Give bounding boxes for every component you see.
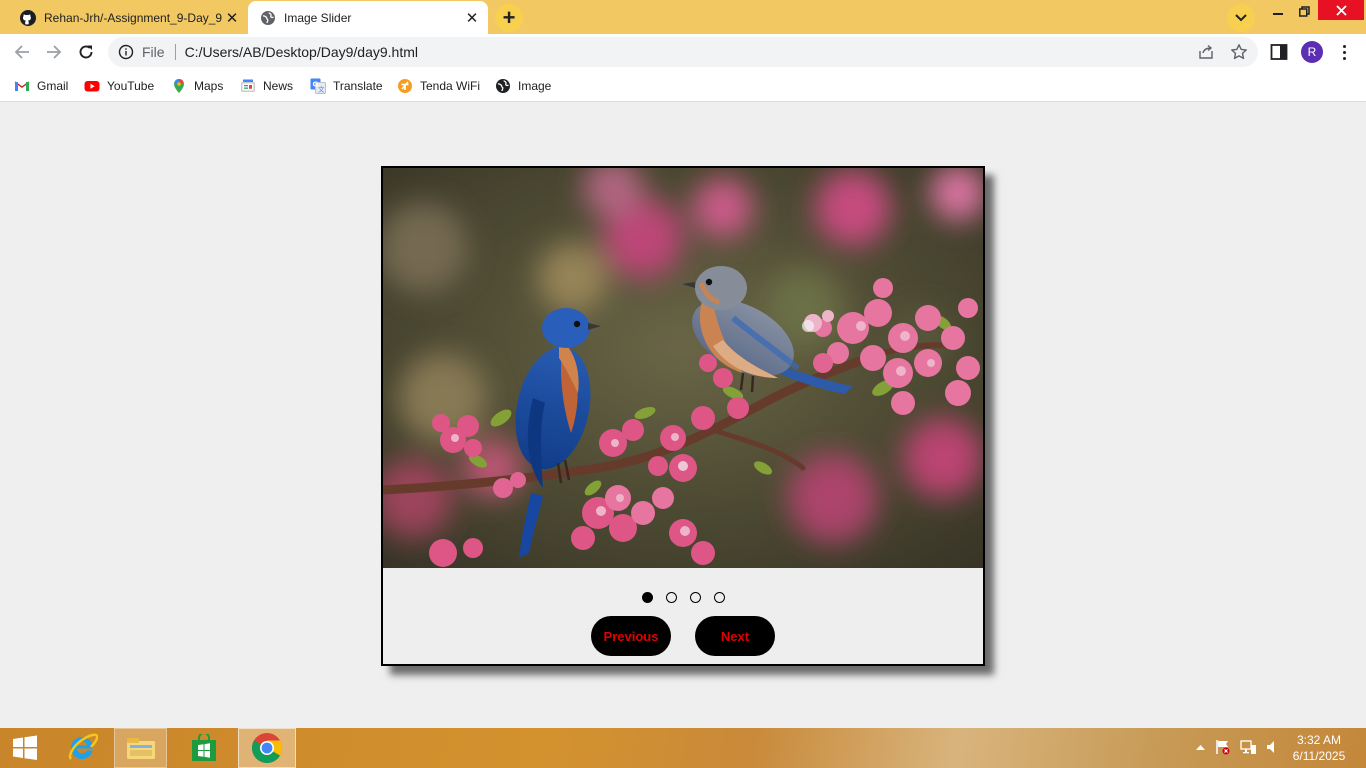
network-status[interactable] (1239, 738, 1257, 756)
gmail-icon (14, 81, 30, 91)
bookmark-gmail[interactable]: Gmail (14, 75, 68, 97)
network-icon (1239, 740, 1256, 754)
previous-button[interactable]: Previous (591, 616, 671, 656)
globe-icon (496, 79, 510, 93)
address-divider (174, 44, 176, 60)
bookmark-tenda-wifi[interactable]: Tenda WiFi (397, 75, 480, 97)
browser-toolbar: File C:/Users/AB/Desktop/Day9/day9.html … (0, 34, 1366, 70)
volume-control[interactable] (1263, 738, 1281, 756)
address-bar[interactable]: File C:/Users/AB/Desktop/Day9/day9.html (108, 37, 1258, 67)
chevron-down-icon (1235, 14, 1247, 22)
bookmark-star-icon[interactable] (1230, 43, 1248, 61)
close-tab-icon[interactable]: ✕ (222, 8, 242, 28)
bookmark-translate[interactable]: G文 Translate (310, 75, 383, 97)
next-button[interactable]: Next (695, 616, 775, 656)
tab-title: Rehan-Jrh/-Assignment_9-Day_9 (44, 10, 222, 25)
menu-dot (1342, 56, 1346, 60)
youtube-icon (84, 81, 100, 92)
back-button[interactable] (8, 38, 36, 66)
tab-assignment[interactable]: Rehan-Jrh/-Assignment_9-Day_9 ✕ (8, 1, 248, 34)
bookmark-label: Translate (333, 79, 383, 93)
bookmark-youtube[interactable]: YouTube (84, 75, 154, 97)
speaker-icon (1267, 741, 1274, 753)
close-icon (1335, 4, 1347, 16)
slide-dot-1[interactable] (641, 592, 653, 603)
arrow-right-icon (47, 45, 62, 59)
info-icon[interactable] (118, 44, 134, 60)
slide-dot-3[interactable] (689, 592, 701, 603)
arrow-left-icon (14, 45, 29, 59)
taskbar-chrome[interactable] (238, 728, 296, 768)
start-button[interactable] (0, 728, 50, 768)
slide-dot-2[interactable] (665, 592, 677, 603)
clock-time: 3:32 AM (1296, 733, 1342, 747)
reload-icon (79, 45, 93, 59)
side-panel-icon[interactable] (1270, 43, 1288, 61)
translate-icon: G文 (310, 78, 326, 94)
restore-window-button[interactable] (1291, 0, 1317, 22)
browser-menu-button[interactable] (1334, 41, 1354, 63)
taskbar-file-explorer[interactable] (114, 728, 167, 768)
globe-icon (261, 10, 275, 25)
minimize-window-button[interactable] (1265, 0, 1291, 22)
flag-alert-icon (1216, 740, 1230, 755)
bookmark-label: Maps (194, 79, 224, 93)
new-tab-button[interactable]: + (495, 4, 523, 32)
internet-explorer-icon (68, 733, 98, 760)
chrome-icon (251, 733, 283, 764)
store-icon (192, 734, 216, 761)
bookmark-image[interactable]: Image (495, 75, 551, 97)
action-center-flag[interactable] (1214, 738, 1232, 756)
bookmarks-bar: Gmail YouTube Maps News G文 Translate Ten… (0, 70, 1366, 102)
menu-dot (1342, 44, 1346, 48)
taskbar-store[interactable] (178, 728, 230, 768)
profile-avatar[interactable]: R (1301, 41, 1323, 63)
clock-date: 6/11/2025 (1292, 749, 1346, 763)
file-explorer-icon (126, 738, 155, 759)
slide-indicators (383, 592, 983, 604)
address-scheme-label: File (142, 44, 165, 60)
chevron-up-icon (1195, 745, 1205, 750)
bookmark-label: Image (518, 79, 552, 93)
taskbar-clock[interactable]: 3:32 AM 6/11/2025 (1288, 732, 1350, 764)
share-icon[interactable] (1198, 44, 1214, 60)
reload-button[interactable] (72, 38, 100, 66)
github-icon (20, 9, 36, 26)
slide-image (383, 168, 983, 568)
image-slider: Previous Next (381, 166, 985, 666)
slide-dot-4[interactable] (713, 592, 725, 603)
bookmark-label: Gmail (37, 79, 69, 93)
close-tab-icon[interactable]: ✕ (462, 8, 482, 28)
tab-image-slider[interactable]: Image Slider ✕ (248, 1, 488, 34)
tenda-icon (398, 79, 412, 93)
menu-dot (1342, 50, 1346, 54)
minimize-icon (1273, 13, 1283, 15)
tab-strip: Rehan-Jrh/-Assignment_9-Day_9 ✕ Image Sl… (0, 0, 1366, 34)
bluebirds-photo (383, 168, 983, 568)
bookmark-news[interactable]: News (240, 75, 293, 97)
bookmark-maps[interactable]: Maps (171, 75, 223, 97)
maps-pin-icon (174, 79, 184, 93)
close-window-button[interactable] (1318, 0, 1364, 20)
tab-search-button[interactable] (1227, 4, 1255, 32)
google-news-icon (241, 79, 255, 92)
bookmark-label: YouTube (107, 79, 155, 93)
taskbar-internet-explorer[interactable] (56, 728, 108, 768)
bookmark-label: Tenda WiFi (420, 79, 481, 93)
windows-start-icon (13, 735, 37, 760)
bookmark-label: News (263, 79, 294, 93)
restore-icon (1298, 5, 1310, 17)
address-url[interactable]: C:/Users/AB/Desktop/Day9/day9.html (185, 44, 418, 60)
show-hidden-icons-button[interactable] (1191, 738, 1209, 756)
tab-title: Image Slider (284, 10, 352, 25)
windows-taskbar: 3:32 AM 6/11/2025 (0, 728, 1366, 768)
forward-button[interactable] (40, 38, 68, 66)
svg-text:文: 文 (318, 85, 325, 94)
